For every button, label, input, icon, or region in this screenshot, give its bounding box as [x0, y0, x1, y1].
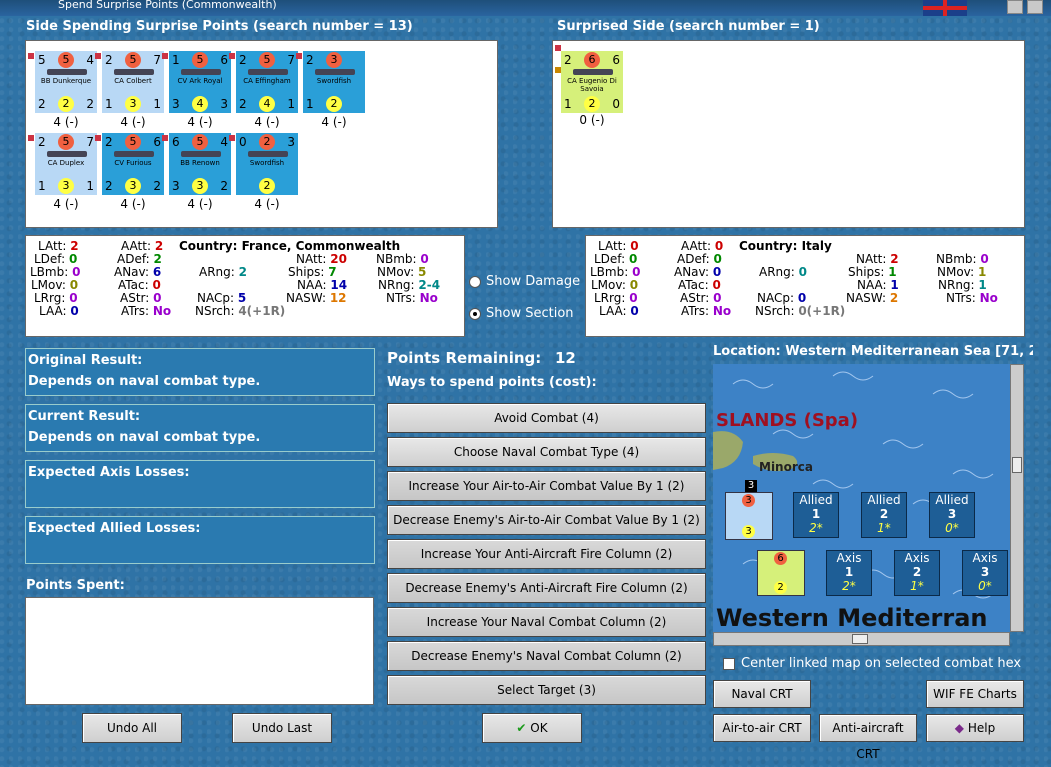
unit-under-label: 4 (-) [254, 115, 280, 129]
close-button[interactable] [1027, 0, 1043, 14]
checkmark-icon: ✔ [516, 721, 527, 735]
ship-silhouette-icon [248, 151, 288, 157]
ship-silhouette-icon [47, 151, 87, 157]
location-label: Location: Western Mediterranean Sea [71,… [713, 344, 1033, 359]
sea-area-label: Western Mediterran [716, 604, 988, 632]
spend-option-button[interactable]: Decrease Enemy's Anti-Aircraft Fire Colu… [387, 573, 706, 603]
spend-option-button[interactable]: Increase Your Air-to-Air Combat Value By… [387, 471, 706, 501]
map-axis-stack[interactable]: 6 2 [757, 550, 805, 596]
wif-fe-charts-button[interactable]: WIF FE Charts [926, 680, 1024, 708]
undo-all-button[interactable]: Undo All [82, 713, 182, 743]
unit-under-label: 0 (-) [579, 113, 605, 127]
spend-option-button[interactable]: Decrease Enemy's Air-to-Air Combat Value… [387, 505, 706, 535]
show-section-radio[interactable] [469, 308, 481, 320]
unit-counter[interactable]: 2 5 6 CV Furious 2 3 2 [102, 133, 164, 195]
union-jack-flag-icon [923, 0, 967, 16]
allied-combat-box[interactable]: Allied 1 2* [793, 492, 839, 538]
help-button[interactable]: ◆ Help [926, 714, 1024, 742]
unit-under-label: 4 (-) [120, 197, 146, 211]
unit-counter[interactable]: 1 5 6 CV Ark Royal 3 4 3 [169, 51, 231, 113]
ship-silhouette-icon [181, 151, 221, 157]
spend-option-button[interactable]: Increase Your Naval Combat Column (2) [387, 607, 706, 637]
vertical-scroll-thumb[interactable] [1012, 457, 1022, 473]
help-button-label: Help [967, 721, 996, 735]
expected-allied-losses-box: Expected Allied Losses: [25, 516, 375, 564]
show-damage-label: Show Damage [486, 274, 581, 289]
air-to-air-crt-button[interactable]: Air-to-air CRT [713, 714, 811, 742]
ship-silhouette-icon [181, 69, 221, 75]
center-linked-label: Center linked map on selected combat hex [741, 656, 1022, 671]
linked-map[interactable]: SLANDS (Spa) Minorca 3 3 3 6 2 Allied 1 2*… [713, 364, 1010, 632]
axis-combat-box[interactable]: Axis 1 2* [826, 550, 872, 596]
left-units-panel: 5 5 4 BB Dunkerque 2 2 2 4 (-) 2 5 7 CA … [25, 40, 498, 228]
unit-under-label: 4 (-) [254, 197, 280, 211]
spend-option-button[interactable]: Decrease Enemy's Naval Combat Column (2) [387, 641, 706, 671]
points-spent-list[interactable] [25, 597, 374, 705]
unit-under-label: 4 (-) [187, 115, 213, 129]
unit-counter[interactable]: 0 2 3 Swordfish 2 [236, 133, 298, 195]
axis-combat-box[interactable]: Axis 2 1* [894, 550, 940, 596]
ship-silhouette-icon [114, 151, 154, 157]
undo-last-button[interactable]: Undo Last [232, 713, 332, 743]
window-title: Spend Surprise Points (Commonwealth) [58, 0, 277, 11]
map-allied-stack[interactable]: 3 3 [725, 492, 773, 540]
unit-under-label: 4 (-) [321, 115, 347, 129]
ok-button[interactable]: ✔ OK [482, 713, 582, 743]
ship-silhouette-icon [573, 69, 613, 75]
allied-combat-box[interactable]: Allied 3 0* [929, 492, 975, 538]
spend-option-button[interactable]: Select Target (3) [387, 675, 706, 705]
left-side-heading: Side Spending Surprise Points (search nu… [26, 19, 413, 34]
islands-label: SLANDS (Spa) [716, 410, 859, 431]
horizontal-scroll-thumb[interactable] [852, 634, 868, 644]
axis-combat-box[interactable]: Axis 3 0* [962, 550, 1008, 596]
unit-under-label: 4 (-) [53, 115, 79, 129]
expected-axis-losses-box: Expected Axis Losses: [25, 460, 375, 508]
right-side-heading: Surprised Side (search number = 1) [557, 19, 820, 34]
unit-counter[interactable]: 6 5 4 BB Renown 3 3 2 [169, 133, 231, 195]
show-damage-radio[interactable] [469, 276, 481, 288]
original-result-box: Original Result: Depends on naval combat … [25, 348, 375, 396]
spend-option-button[interactable]: Choose Naval Combat Type (4) [387, 437, 706, 467]
right-stats-panel: LAtt: 0 LDef: 0 LBmb: 0 LMov: 0 LRrg: 0 … [585, 235, 1025, 337]
unit-under-label: 4 (-) [120, 115, 146, 129]
map-vertical-scrollbar[interactable] [1010, 364, 1024, 632]
ship-silhouette-icon [114, 69, 154, 75]
unit-counter[interactable]: 2 5 7 CA Effingham 2 4 1 [236, 51, 298, 113]
ship-silhouette-icon [315, 69, 355, 75]
unit-counter[interactable]: 2 3 Swordfish 1 2 [303, 51, 365, 113]
ok-button-label: OK [530, 721, 548, 735]
unit-counter[interactable]: 2 5 7 CA Duplex 1 3 1 [35, 133, 97, 195]
unit-counter[interactable]: 2 5 7 CA Colbert 1 3 1 [102, 51, 164, 113]
right-units-panel: 2 6 6 CA Eugenio Di Savoia 1 2 0 0 (-) [552, 40, 1025, 228]
ship-silhouette-icon [47, 69, 87, 75]
anti-aircraft-crt-button[interactable]: Anti-aircraft CRT [819, 714, 917, 761]
unit-under-label: 4 (-) [53, 197, 79, 211]
minorca-label: Minorca [759, 460, 813, 474]
stack-count: 3 [745, 480, 757, 492]
unit-counter[interactable]: 5 5 4 BB Dunkerque 2 2 2 [35, 51, 97, 113]
unit-under-label: 4 (-) [187, 197, 213, 211]
naval-crt-button[interactable]: Naval CRT [713, 680, 811, 708]
minimize-button[interactable] [1007, 0, 1023, 14]
points-spent-label: Points Spent: [26, 578, 125, 593]
spend-option-button[interactable]: Increase Your Anti-Aircraft Fire Column … [387, 539, 706, 569]
map-horizontal-scrollbar[interactable] [713, 632, 1010, 646]
current-result-box: Current Result: Depends on naval combat t… [25, 404, 375, 452]
help-book-icon: ◆ [954, 721, 965, 735]
left-stats-panel: LAtt: 2 LDef: 0 LBmb: 0 LMov: 0 LRrg: 0 … [25, 235, 465, 337]
unit-counter-eugenio[interactable]: 2 6 6 CA Eugenio Di Savoia 1 2 0 [561, 51, 623, 113]
points-remaining-label: Points Remaining: [387, 349, 542, 367]
title-bar: Spend Surprise Points (Commonwealth) [0, 0, 1051, 16]
spend-option-button[interactable]: Avoid Combat (4) [387, 403, 706, 433]
points-remaining-value: 12 [555, 349, 576, 367]
center-linked-checkbox[interactable] [723, 658, 735, 670]
ship-silhouette-icon [248, 69, 288, 75]
allied-combat-box[interactable]: Allied 2 1* [861, 492, 907, 538]
ways-to-spend-label: Ways to spend points (cost): [387, 375, 597, 390]
show-section-label: Show Section [486, 306, 574, 321]
